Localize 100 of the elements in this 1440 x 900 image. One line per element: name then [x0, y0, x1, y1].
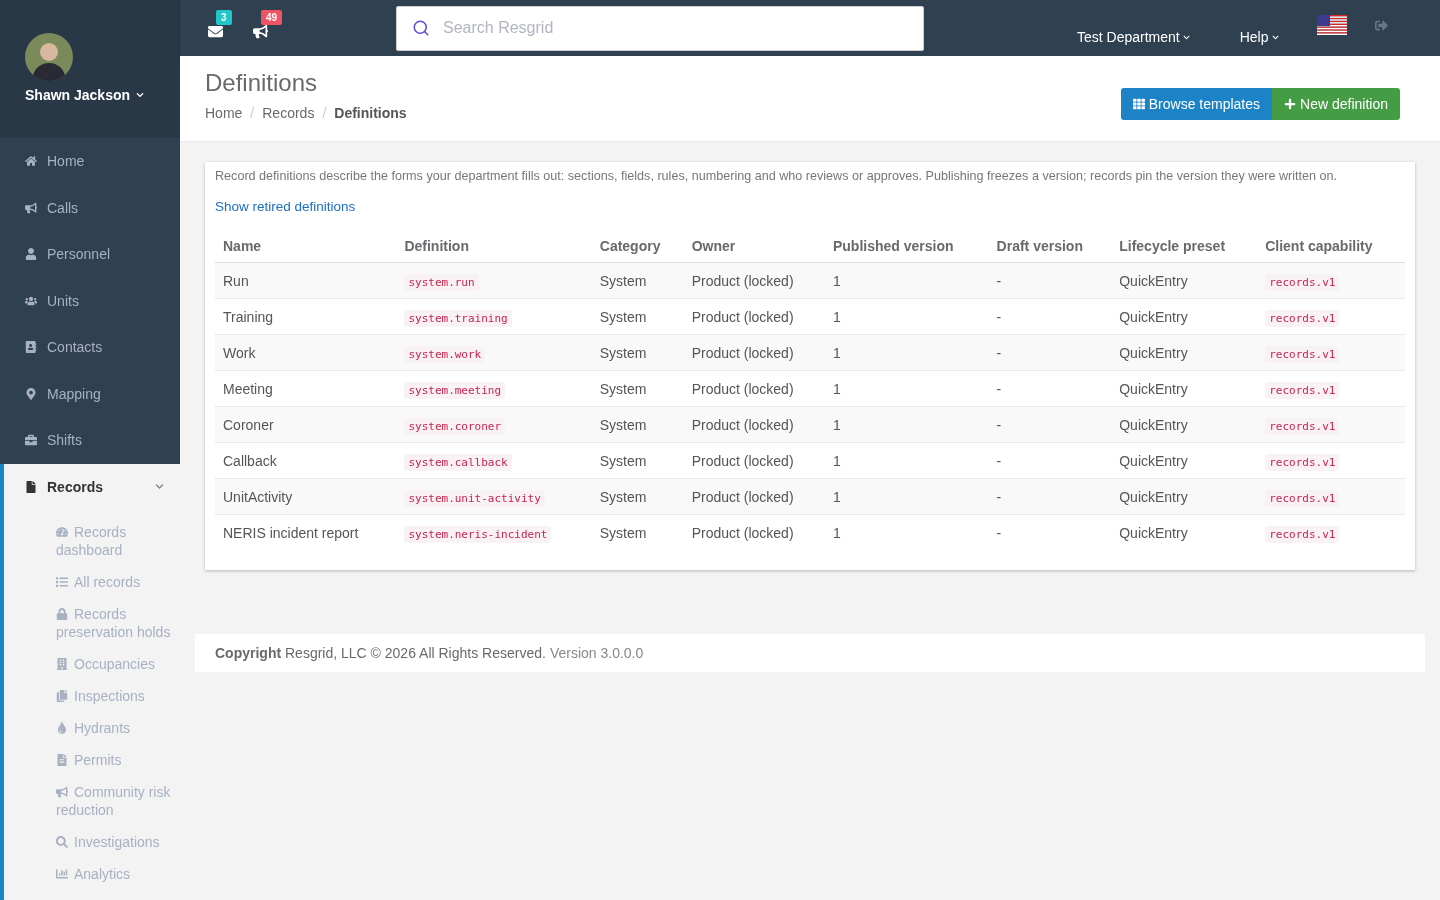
top-menu[interactable]: Help [1239, 29, 1279, 45]
table-cell: Run [223, 272, 249, 289]
table-cell: Product (locked) [691, 416, 794, 433]
code-tag: system.work [404, 345, 486, 363]
breadcrumb-link[interactable]: Definitions [334, 105, 407, 121]
people-icon [25, 294, 37, 307]
table-cell: - [996, 344, 1002, 361]
table-cell: - [996, 308, 1002, 325]
bar-chart-icon [56, 868, 68, 880]
code-tag: records.v1 [1265, 273, 1340, 291]
table-cell: QuickEntry [1119, 452, 1188, 469]
page-title: Definitions [205, 69, 319, 97]
table-cell: Meeting [223, 380, 273, 397]
caret-icon [136, 91, 145, 99]
table-cell: System [599, 380, 647, 397]
table-cell: 1 [832, 272, 841, 289]
code-tag: system.training [404, 309, 512, 327]
table-cell: - [996, 380, 1002, 397]
search-field[interactable]: Search Resgrid [396, 5, 924, 51]
table-cell: NERIS incident report [223, 524, 359, 541]
code-tag: records.v1 [1265, 489, 1340, 507]
map-pin-icon [25, 387, 37, 400]
flag-icon[interactable] [1316, 15, 1347, 35]
nav-item[interactable]: Home [0, 138, 180, 185]
code-tag: records.v1 [1265, 345, 1340, 363]
code-tag: system.neris-incident [404, 525, 552, 543]
copy-icon [56, 690, 68, 702]
chevron-icon [155, 482, 164, 492]
table-cell: Product (locked) [691, 488, 794, 505]
code-tag: records.v1 [1265, 525, 1340, 543]
file-icon [25, 480, 37, 493]
breadcrumb-separator: / [250, 105, 255, 121]
column-header: Definition [396, 230, 592, 263]
nav-item[interactable]: Records [0, 463, 180, 510]
intro-text: Record definitions describe the forms your department fills out: sections, fields, rules, numbering and who reviews or approves. Publishing freezes a version; records pin the version they were written on. [215, 168, 1339, 185]
user-avatar [25, 33, 73, 81]
column-header: Owner [683, 230, 825, 263]
column-header: Category [591, 230, 684, 263]
document-icon [56, 754, 68, 766]
retired-link[interactable]: Show retired definitions [215, 199, 356, 214]
table-cell: 1 [832, 524, 841, 541]
top-menu[interactable]: Test Department [1077, 29, 1190, 45]
table-cell: System [599, 452, 647, 469]
user-menu[interactable]: Shawn Jackson [25, 87, 180, 103]
new-definition-button[interactable]: New definition [1272, 88, 1400, 120]
table-cell: 1 [832, 488, 841, 505]
copyright-text: Copyright Resgrid, LLC © 2026 All Rights Reserved. [215, 645, 546, 661]
table-cell: - [996, 452, 1002, 469]
caret-icon [1182, 33, 1190, 41]
table-cell: - [996, 272, 1002, 289]
column-header: Draft version [988, 230, 1112, 263]
nav-item[interactable]: Personnel [0, 231, 180, 278]
code-tag: records.v1 [1265, 417, 1340, 435]
megaphone-icon [56, 786, 68, 798]
table-cell: System [599, 344, 647, 361]
table-cell: QuickEntry [1119, 524, 1188, 541]
table-cell: - [996, 524, 1002, 541]
nav-item[interactable]: Contacts [0, 324, 180, 371]
table-cell: - [996, 416, 1002, 433]
table-cell: QuickEntry [1119, 272, 1188, 289]
plus-icon [1284, 98, 1297, 110]
table-cell: 1 [832, 416, 841, 433]
table-cell: Callback [223, 452, 277, 469]
nav-item[interactable]: Calls [0, 184, 180, 231]
briefcase-icon [25, 434, 37, 447]
column-header: Lifecycle preset [1111, 230, 1258, 263]
envelope-icon[interactable] [208, 23, 223, 39]
table-cell: 1 [832, 380, 841, 397]
search-icon [412, 18, 430, 37]
table-cell: QuickEntry [1119, 380, 1188, 397]
megaphone-icon[interactable] [253, 23, 268, 39]
browse-templates-button[interactable]: Browse templates [1120, 88, 1273, 120]
table-cell: QuickEntry [1119, 488, 1188, 505]
table-cell: 1 [832, 452, 841, 469]
table-cell: Product (locked) [691, 380, 794, 397]
grid-icon [1132, 98, 1145, 110]
list-icon [56, 576, 68, 588]
code-tag: system.callback [404, 453, 512, 471]
megaphone-icon [25, 201, 37, 214]
table-cell: Product (locked) [691, 452, 794, 469]
table-cell: System [599, 488, 647, 505]
breadcrumb-link[interactable]: Home [205, 105, 243, 121]
table-cell: QuickEntry [1119, 308, 1188, 325]
nav-item[interactable]: Units [0, 277, 180, 324]
count-badge: 3 [216, 9, 232, 25]
table-cell: System [599, 416, 647, 433]
building-icon [56, 658, 68, 670]
address-book-icon [25, 341, 37, 354]
nav-item[interactable]: Mapping [0, 370, 180, 417]
table-cell: UnitActivity [223, 488, 293, 505]
code-tag: system.meeting [404, 381, 506, 399]
table-cell: Training [223, 308, 274, 325]
breadcrumb-link[interactable]: Records [262, 105, 315, 121]
code-tag: system.unit-activity [404, 489, 545, 507]
code-tag: records.v1 [1265, 309, 1340, 327]
table-cell: Product (locked) [691, 272, 794, 289]
nav-item[interactable]: Shifts [0, 417, 180, 464]
lock-icon [56, 608, 68, 620]
table-cell: System [599, 524, 647, 541]
person-icon [25, 248, 37, 261]
